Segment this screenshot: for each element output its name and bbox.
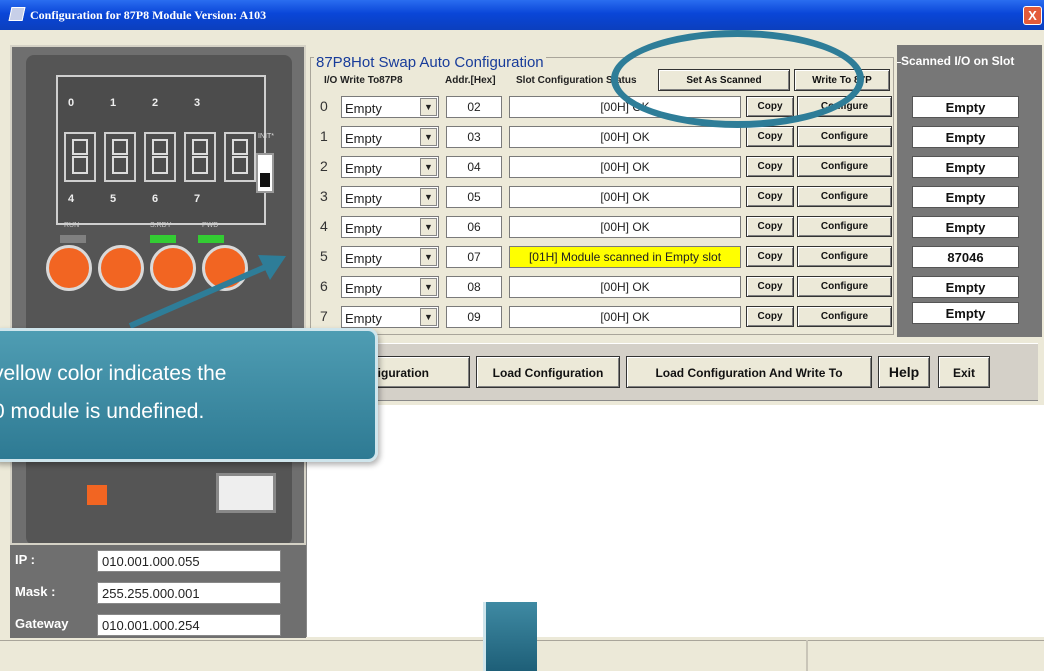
config-window: Configuration for 87P8 Module Version: A… [0,0,1044,671]
annotation-callout: yellow color indicates the 0 module is u… [0,328,378,462]
callout-text: yellow color indicates the 0 module is u… [0,362,227,423]
decorative-bar [483,602,537,671]
